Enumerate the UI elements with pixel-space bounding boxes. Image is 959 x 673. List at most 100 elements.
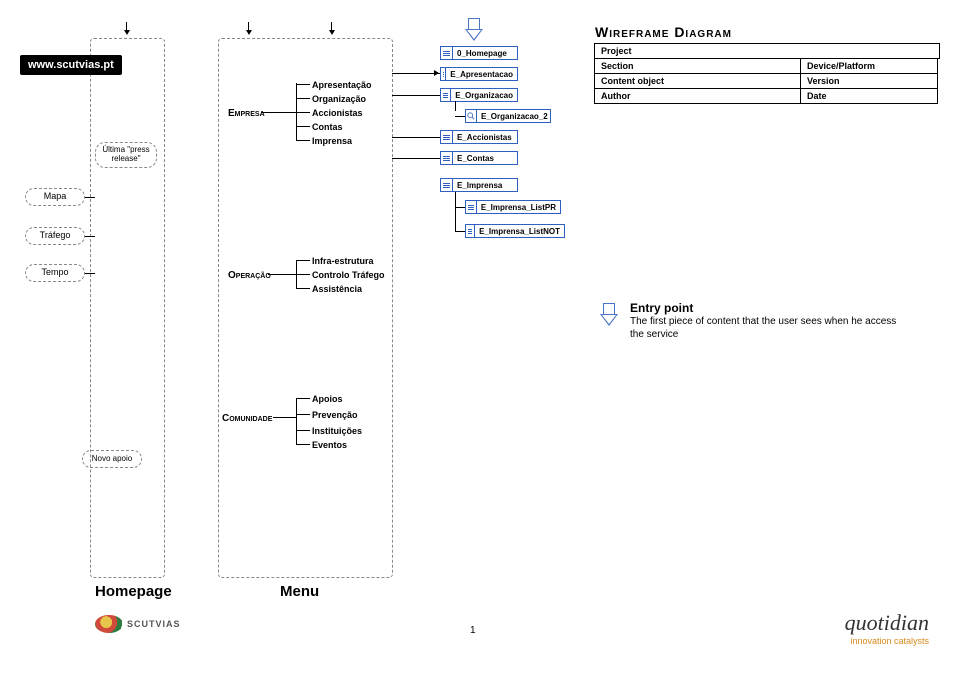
connector [296,398,297,444]
trafego-label: Tráfego [40,230,71,240]
menu-group-outline [218,38,393,578]
connector [455,101,456,111]
page-number: 1 [470,625,476,636]
page-lines-icon [441,131,453,143]
page-label: E_Organizacao [451,91,517,100]
panel-device: Device/Platform [800,58,938,74]
press-release-box[interactable]: Última "press release" [95,142,157,168]
arrow-down-icon [124,30,130,35]
connector [296,444,310,445]
page-lines-icon [441,47,453,59]
connector [248,22,249,32]
page-lines-icon [466,225,475,237]
tempo-box[interactable]: Tempo [25,264,85,282]
page-label: E_Contas [453,154,498,163]
swirl-icon [95,615,123,633]
panel-content: Content object [594,73,801,89]
entry-point-legend-icon [600,303,618,329]
page-accionistas[interactable]: E_Accionistas [440,130,518,144]
page-lines-icon [441,89,451,101]
page-imprensa-listpr[interactable]: E_Imprensa_ListPR [465,200,561,214]
page-imprensa[interactable]: E_Imprensa [440,178,518,192]
page-lines-icon [441,152,453,164]
connector [455,207,465,208]
connector [268,274,296,275]
page-lines-icon [441,179,453,191]
mapa-box[interactable]: Mapa [25,188,85,206]
mapa-label: Mapa [44,191,67,201]
page-zoom-icon [466,110,477,122]
connector [296,274,310,275]
diagram-canvas: www.scutvias.pt Última "press release" M… [0,0,959,673]
empresa-child[interactable]: Apresentação [312,80,372,90]
connector [85,197,95,198]
comunidade-child[interactable]: Apoios [312,394,343,404]
connector [273,417,296,418]
page-label: E_Imprensa [453,181,506,190]
operacao-child[interactable]: Infra-estrutura [312,256,374,266]
connector [455,116,465,117]
homepage-group-outline [90,38,165,578]
footer-menu-label: Menu [280,583,319,600]
panel-author: Author [594,88,801,104]
connector [392,158,440,159]
connector [455,192,456,232]
connector [126,22,127,32]
empresa-child[interactable]: Organização [312,94,366,104]
comunidade-child[interactable]: Instituições [312,426,362,436]
panel-section: Section [594,58,801,74]
comunidade-node[interactable]: Comunidade [222,413,272,424]
quotidian-tagline: innovation catalysts [845,636,929,646]
novo-apoio-label: Novo apoio [92,454,132,463]
page-imprensa-listnot[interactable]: E_Imprensa_ListNOT [465,224,565,238]
arrow-left-icon [434,70,439,76]
empresa-node[interactable]: Empresa [228,108,265,119]
connector [296,112,310,113]
page-label: E_Accionistas [453,133,516,142]
page-organizacao[interactable]: E_Organizacao [440,88,518,102]
page-label: E_Imprensa_ListNOT [475,227,564,236]
connector [261,112,296,113]
press-release-label: Última "press release" [102,145,149,163]
tempo-label: Tempo [41,267,68,277]
entry-point-title: Entry point [630,301,910,315]
page-label: E_Apresentacao [446,70,517,79]
page-apresentacao[interactable]: E_Apresentacao [440,67,518,81]
footer-homepage-label: Homepage [95,583,172,600]
page-contas[interactable]: E_Contas [440,151,518,165]
site-url-bar: www.scutvias.pt [20,55,122,75]
page-homepage[interactable]: 0_Homepage [440,46,518,60]
quotidian-logo: quotidian innovation catalysts [845,610,929,646]
connector [296,84,310,85]
operacao-child[interactable]: Assistência [312,284,362,294]
empresa-child[interactable]: Contas [312,122,343,132]
operacao-node[interactable]: Operação [228,270,271,281]
entry-point-icon [465,18,483,44]
scutvias-logo: SCUTVIAS [95,615,181,633]
connector [296,126,310,127]
panel-title: Wireframe Diagram [595,24,940,40]
operacao-child[interactable]: Controlo Tráfego [312,270,385,280]
comunidade-child[interactable]: Prevenção [312,410,358,420]
trafego-box[interactable]: Tráfego [25,227,85,245]
entry-point-text: Entry point The first piece of content t… [630,301,910,341]
quotidian-text: quotidian [845,610,929,636]
page-lines-icon [466,201,477,213]
novo-apoio-box[interactable]: Novo apoio [82,450,142,468]
connector [392,73,440,74]
connector [392,137,440,138]
empresa-child[interactable]: Imprensa [312,136,352,146]
connector [296,260,310,261]
connector [85,236,95,237]
page-organizacao-2[interactable]: E_Organizacao_2 [465,109,551,123]
empresa-child[interactable]: Accionistas [312,108,363,118]
arrow-down-icon [246,30,252,35]
connector [331,22,332,32]
scutvias-text: SCUTVIAS [127,619,181,629]
site-url: www.scutvias.pt [28,59,114,71]
connector [296,398,310,399]
comunidade-child[interactable]: Eventos [312,440,347,450]
page-label: E_Organizacao_2 [477,112,552,121]
connector [296,140,310,141]
entry-point-body: The first piece of content that the user… [630,315,910,341]
